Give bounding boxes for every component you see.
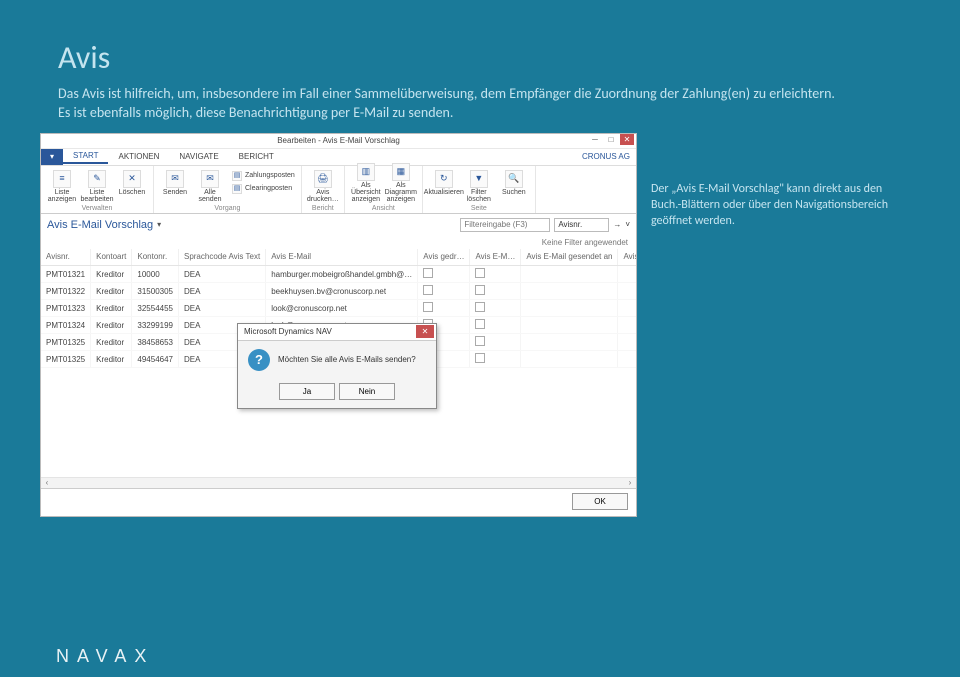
- page-subtitle: Avis E-Mail Vorschlag: [47, 219, 153, 231]
- checkbox[interactable]: [475, 319, 485, 329]
- ribbon-tabs: ▾ START AKTIONEN NAVIGATE BERICHT CRONUS…: [41, 149, 636, 166]
- ok-button[interactable]: OK: [572, 493, 628, 510]
- window-minimize[interactable]: ─: [588, 134, 602, 145]
- window-title: Bearbeiten - Avis E-Mail Vorschlag: [277, 136, 400, 145]
- filter-expand-icon[interactable]: ˅: [625, 220, 630, 229]
- checkbox[interactable]: [423, 302, 433, 312]
- dialog-message: Möchten Sie alle Avis E-Mails senden?: [278, 355, 416, 364]
- tab-navigate[interactable]: NAVIGATE: [169, 148, 228, 165]
- loeschen-button[interactable]: ✕Löschen: [115, 170, 149, 196]
- no-filter-label: Keine Filter angewendet: [41, 236, 636, 249]
- group-verwalten: Verwalten: [45, 205, 149, 212]
- group-vorgang: Vorgang: [158, 205, 297, 212]
- suchen-button[interactable]: 🔍Suchen: [497, 170, 531, 196]
- checkbox[interactable]: [475, 302, 485, 312]
- intro-paragraph: Das Avis ist hilfreich, um, insbesondere…: [58, 85, 838, 123]
- diagramm-button[interactable]: ▦Als Diagrammanzeigen: [384, 163, 418, 204]
- tab-start[interactable]: START: [63, 148, 108, 164]
- group-ansicht: Ansicht: [349, 205, 418, 212]
- dialog-close[interactable]: ✕: [416, 325, 434, 338]
- checkbox[interactable]: [475, 268, 485, 278]
- clearing-icon: ▤: [232, 184, 242, 194]
- search-icon: 🔍: [505, 170, 523, 188]
- window-close[interactable]: ✕: [620, 134, 634, 145]
- ledger-icon: ▤: [232, 171, 242, 181]
- liste-anzeigen-button[interactable]: ≡Listeanzeigen: [45, 170, 79, 204]
- org-name: CRONUS AG: [582, 152, 636, 161]
- side-note: Der „Avis E-Mail Vorschlag" kann direkt …: [651, 133, 911, 517]
- col-sprachcode[interactable]: Sprachcode Avis Text: [178, 249, 265, 266]
- senden-button[interactable]: ✉Senden: [158, 170, 192, 196]
- filter-loeschen-button[interactable]: ▼Filterlöschen: [462, 170, 496, 204]
- col-gesendet-am[interactable]: Avis E-Mail gesendet am: [618, 249, 636, 266]
- confirm-dialog: Microsoft Dynamics NAV ✕ ? Möchten Sie a…: [237, 323, 437, 409]
- edit-list-icon: ✎: [88, 170, 106, 188]
- dialog-yes-button[interactable]: Ja: [279, 383, 335, 400]
- uebersicht-button[interactable]: ▥Als Übersichtanzeigen: [349, 163, 383, 204]
- col-avis-gedr[interactable]: Avis gedr…: [418, 249, 470, 266]
- h-scrollbar[interactable]: ‹›: [41, 477, 636, 488]
- send-icon: ✉: [166, 170, 184, 188]
- table-row[interactable]: PMT01321Kreditor10000DEAhamburger.mobeig…: [41, 266, 636, 283]
- nav-window-screenshot: Bearbeiten - Avis E-Mail Vorschlag ─ □ ✕…: [40, 133, 637, 517]
- col-avisnr[interactable]: Avisnr.: [41, 249, 91, 266]
- tab-aktionen[interactable]: AKTIONEN: [108, 148, 169, 165]
- table-row[interactable]: PMT01322Kreditor31500305DEAbeekhuysen.bv…: [41, 283, 636, 300]
- bottom-bar: OK: [41, 488, 636, 516]
- delete-icon: ✕: [123, 170, 141, 188]
- filter-go-icon[interactable]: →: [613, 220, 621, 229]
- col-avis-em[interactable]: Avis E-M…: [470, 249, 521, 266]
- group-seite: Seite: [427, 205, 531, 212]
- checkbox[interactable]: [423, 268, 433, 278]
- print-icon: 🖨: [314, 170, 332, 188]
- col-avis-email[interactable]: Avis E-Mail: [266, 249, 418, 266]
- clearingposten-button[interactable]: ▤Clearingposten: [230, 183, 297, 195]
- overview-icon: ▥: [357, 163, 375, 181]
- send-all-icon: ✉: [201, 170, 219, 188]
- clear-filter-icon: ▼: [470, 170, 488, 188]
- list-icon: ≡: [53, 170, 71, 188]
- refresh-icon: ↻: [435, 170, 453, 188]
- col-kontoart[interactable]: Kontoart: [91, 249, 132, 266]
- col-kontonr[interactable]: Kontonr.: [132, 249, 179, 266]
- ribbon-toolbar: ≡Listeanzeigen ✎Listebearbeiten ✕Löschen…: [41, 166, 636, 214]
- filter-input[interactable]: [460, 218, 550, 232]
- chart-icon: ▦: [392, 163, 410, 181]
- dialog-no-button[interactable]: Nein: [339, 383, 395, 400]
- checkbox[interactable]: [475, 336, 485, 346]
- liste-bearbeiten-button[interactable]: ✎Listebearbeiten: [80, 170, 114, 204]
- col-gesendet-an[interactable]: Avis E-Mail gesendet an: [521, 249, 618, 266]
- checkbox[interactable]: [475, 285, 485, 295]
- subtitle-dropdown-icon[interactable]: ▾: [157, 220, 161, 229]
- aktualisieren-button[interactable]: ↻Aktualisieren: [427, 170, 461, 196]
- back-button[interactable]: ▾: [41, 148, 63, 165]
- page-title: Avis: [58, 38, 960, 77]
- alle-senden-button[interactable]: ✉Allesenden: [193, 170, 227, 204]
- checkbox[interactable]: [423, 285, 433, 295]
- dialog-title: Microsoft Dynamics NAV: [244, 327, 332, 336]
- window-maximize[interactable]: □: [604, 134, 618, 145]
- window-titlebar: Bearbeiten - Avis E-Mail Vorschlag ─ □ ✕: [41, 134, 636, 149]
- tab-bericht[interactable]: BERICHT: [229, 148, 284, 165]
- filter-field-select[interactable]: Avisnr.: [554, 218, 609, 232]
- checkbox[interactable]: [475, 353, 485, 363]
- brand-logo: NAVAX: [56, 646, 154, 667]
- avis-drucken-button[interactable]: 🖨Avisdrucken…: [306, 170, 340, 204]
- zahlungsposten-button[interactable]: ▤Zahlungsposten: [230, 170, 297, 182]
- group-bericht: Bericht: [306, 205, 340, 212]
- table-row[interactable]: PMT01323Kreditor32554455DEAlook@cronusco…: [41, 300, 636, 317]
- question-icon: ?: [248, 349, 270, 371]
